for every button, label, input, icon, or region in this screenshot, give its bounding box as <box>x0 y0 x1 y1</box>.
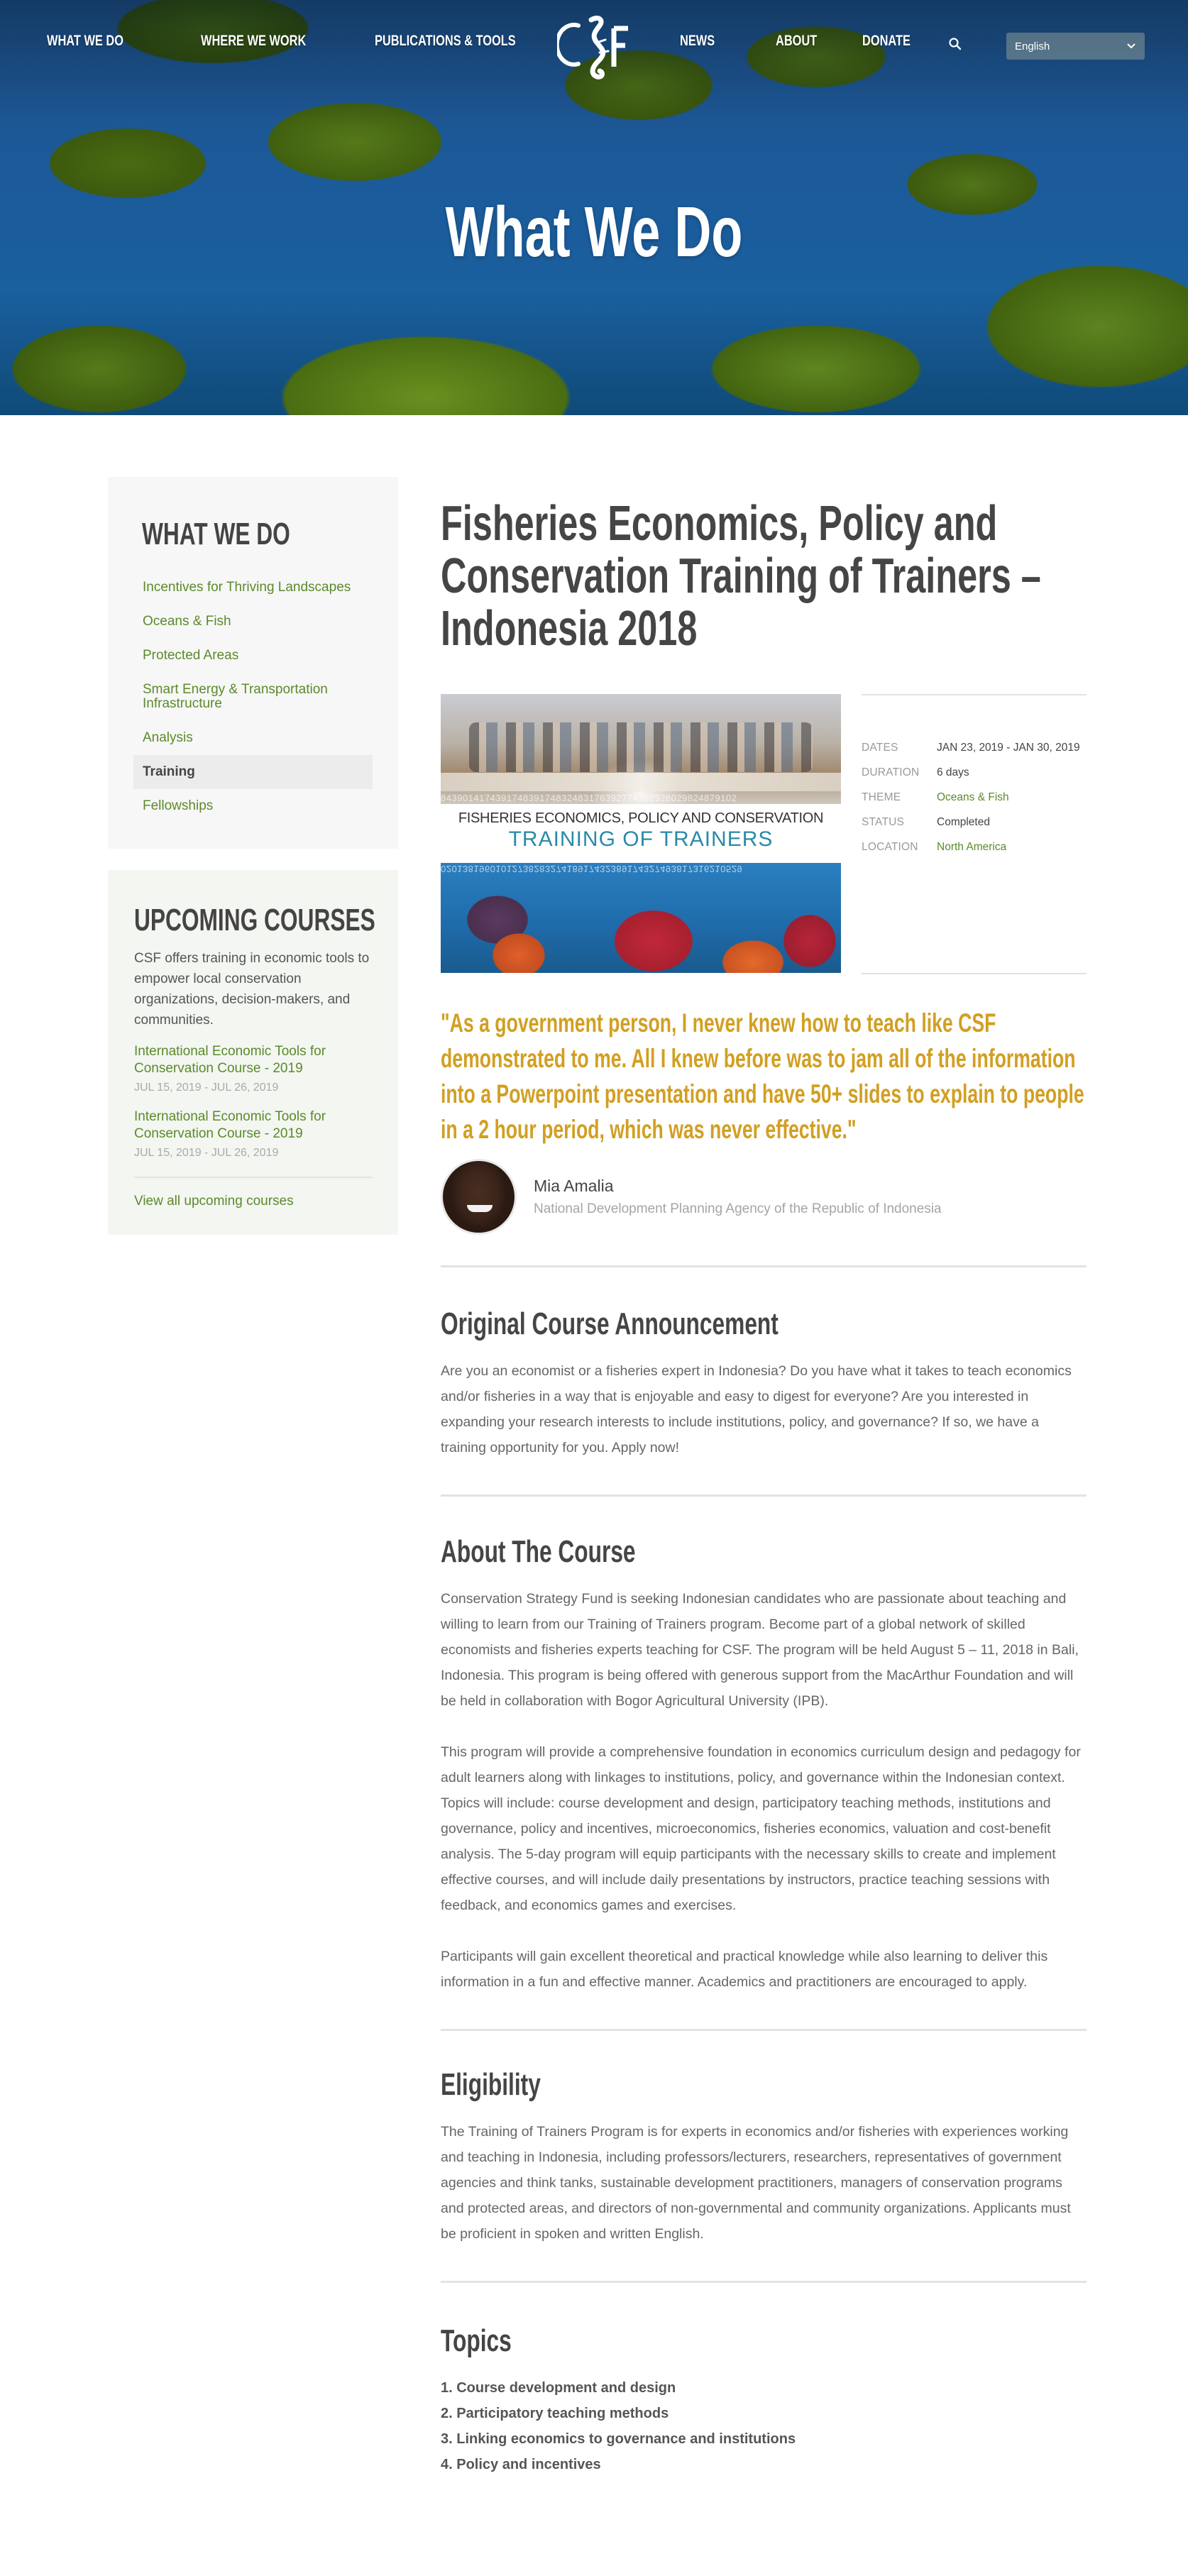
divider <box>134 1176 373 1178</box>
sidebar-item-oceans-fish[interactable]: Oceans & Fish <box>133 605 373 639</box>
divider <box>441 2029 1087 2031</box>
meta-row-duration: DURATION 6 days <box>862 760 1080 785</box>
topic-item: 3. Linking economics to governance and i… <box>441 2431 796 2447</box>
upcoming-courses-title: UPCOMING COURSES <box>134 902 375 937</box>
sidebar-item-fellowships[interactable]: Fellowships <box>133 789 373 823</box>
hero-banner: WHAT WE DO WHERE WE WORK PUBLICATIONS & … <box>0 0 1188 415</box>
course-meta-table: DATES JAN 23, 2019 - JAN 30, 2019 DURATI… <box>862 735 1080 859</box>
author-name: Mia Amalia <box>534 1176 614 1195</box>
author-organization: National Development Planning Agency of … <box>534 1201 942 1216</box>
coral-reef-photo: 0201381960101273828327418917432389174327… <box>441 863 841 973</box>
meta-key: STATUS <box>862 815 905 828</box>
theme-link[interactable]: Oceans & Fish <box>937 785 1080 810</box>
sidebar: WHAT WE DO Incentives for Thriving Lands… <box>108 477 398 1235</box>
section-title: About The Course <box>441 1534 636 1569</box>
topics-list: 1. Course development and design 2. Part… <box>441 2375 1087 2477</box>
course-summary: 8439014174391748391748324831763927743929… <box>441 694 1087 974</box>
sidebar-item-protected-areas[interactable]: Protected Areas <box>133 639 373 673</box>
meta-row-dates: DATES JAN 23, 2019 - JAN 30, 2019 <box>862 735 1080 760</box>
csf-logo-icon <box>554 16 628 79</box>
course-banner-image: 8439014174391748391748324831763927743929… <box>441 694 841 973</box>
section-eligibility: Eligibility The Training of Trainers Pro… <box>441 2066 1087 2247</box>
meta-value: JAN 23, 2019 - JAN 30, 2019 <box>937 741 1080 754</box>
testimonial-author: Mia Amalia National Development Planning… <box>441 1157 1087 1235</box>
section-paragraph: The Training of Trainers Program is for … <box>441 2124 1071 2242</box>
section-about-course: About The Course Conservation Strategy F… <box>441 1534 1087 1995</box>
course-item: International Economic Tools for Conserv… <box>134 1043 373 1094</box>
image-caption-line2: TRAINING OF TRAINERS <box>508 827 774 851</box>
nav-about[interactable]: ABOUT <box>776 33 817 50</box>
sidebar-item-incentives[interactable]: Incentives for Thriving Landscapes <box>133 571 373 605</box>
meta-key: THEME <box>862 791 901 803</box>
section-title: Topics <box>441 2323 512 2358</box>
meta-key: LOCATION <box>862 840 918 853</box>
course-dates: JUL 15, 2019 - JUL 26, 2019 <box>134 1081 279 1094</box>
upcoming-courses-box: UPCOMING COURSES CSF offers training in … <box>108 869 398 1235</box>
photo-participants <box>469 722 813 772</box>
sidebar-item-analysis[interactable]: Analysis <box>133 721 373 755</box>
page-content: WHAT WE DO Incentives for Thriving Lands… <box>0 415 1188 2576</box>
course-link[interactable]: International Economic Tools for Conserv… <box>134 1108 373 1143</box>
classroom-photo: 8439014174391748391748324831763927743929… <box>441 694 841 804</box>
nav-publications-tools[interactable]: PUBLICATIONS & TOOLS <box>375 33 516 50</box>
upcoming-courses-description: CSF offers training in economic tools to… <box>134 950 370 1028</box>
location-link[interactable]: North America <box>937 835 1080 859</box>
author-avatar <box>441 1158 517 1235</box>
section-topics: Topics 1. Course development and design … <box>441 2323 1087 2477</box>
language-selected: English <box>1015 40 1050 53</box>
section-paragraph: Are you an economist or a fisheries expe… <box>441 1363 1072 1455</box>
language-select[interactable]: English <box>1006 33 1145 60</box>
view-all-courses-link[interactable]: View all upcoming courses <box>134 1194 294 1209</box>
image-caption-line1: FISHERIES ECONOMICS, POLICY AND CONSERVA… <box>458 810 824 826</box>
chevron-down-icon <box>1126 41 1136 52</box>
divider <box>441 2281 1087 2283</box>
search-button[interactable] <box>948 37 964 53</box>
top-navigation: WHAT WE DO WHERE WE WORK PUBLICATIONS & … <box>0 0 1188 89</box>
section-title: Eligibility <box>441 2067 541 2102</box>
hero-title: What We Do <box>445 192 743 272</box>
course-item: International Economic Tools for Conserv… <box>134 1108 373 1160</box>
sidebar-item-training[interactable]: Training <box>133 754 373 789</box>
meta-row-theme: THEME Oceans & Fish <box>862 785 1080 810</box>
what-we-do-menu: WHAT WE DO Incentives for Thriving Lands… <box>108 477 398 849</box>
nav-where-we-work[interactable]: WHERE WE WORK <box>201 33 306 50</box>
divider <box>441 1265 1087 1267</box>
section-paragraph: Participants will gain excellent theoret… <box>441 1949 1048 1990</box>
section-paragraph: Conservation Strategy Fund is seeking In… <box>441 1591 1079 1709</box>
meta-key: DATES <box>862 741 898 754</box>
sidebar-item-smart-energy[interactable]: Smart Energy & Transportation Infrastruc… <box>133 673 373 721</box>
testimonial-quote: "As a government person, I never knew ho… <box>441 1008 1084 1144</box>
digits-strip: 0201381960101273828327418917432389174327… <box>441 864 743 874</box>
topic-item: 4. Policy and incentives <box>441 2457 601 2472</box>
csf-logo[interactable] <box>554 10 635 81</box>
section-title: Original Course Announcement <box>441 1306 779 1341</box>
course-dates: JUL 15, 2019 - JUL 26, 2019 <box>134 1146 279 1159</box>
meta-key: DURATION <box>862 766 920 778</box>
course-link[interactable]: International Economic Tools for Conserv… <box>134 1043 373 1077</box>
section-announcement: Original Course Announcement Are you an … <box>441 1306 1087 1460</box>
meta-row-status: STATUS Completed <box>862 810 1080 835</box>
meta-row-location: LOCATION North America <box>862 835 1080 859</box>
divider <box>441 1495 1087 1497</box>
page-title: Fisheries Economics, Policy and Conserva… <box>441 495 1041 656</box>
search-icon <box>949 38 962 50</box>
topic-item: 1. Course development and design <box>441 2380 676 2396</box>
author-details: Mia Amalia National Development Planning… <box>534 1177 942 1217</box>
photo-desks <box>441 773 841 791</box>
sidebar-title: WHAT WE DO <box>142 517 290 551</box>
nav-what-we-do[interactable]: WHAT WE DO <box>47 33 123 50</box>
status-value: Completed <box>937 815 990 828</box>
section-paragraph: This program will provide a comprehensiv… <box>441 1744 1081 1913</box>
topic-item: 2. Participatory teaching methods <box>441 2406 669 2421</box>
main-content: Fisheries Economics, Policy and Conserva… <box>441 497 1087 2477</box>
meta-value: 6 days <box>937 766 969 778</box>
course-meta-panel: DATES JAN 23, 2019 - JAN 30, 2019 DURATI… <box>862 694 1087 974</box>
nav-news[interactable]: NEWS <box>680 33 715 50</box>
nav-donate[interactable]: DONATE <box>862 33 911 50</box>
digits-strip: 8439014174391748391748324831763927743929… <box>441 793 737 803</box>
